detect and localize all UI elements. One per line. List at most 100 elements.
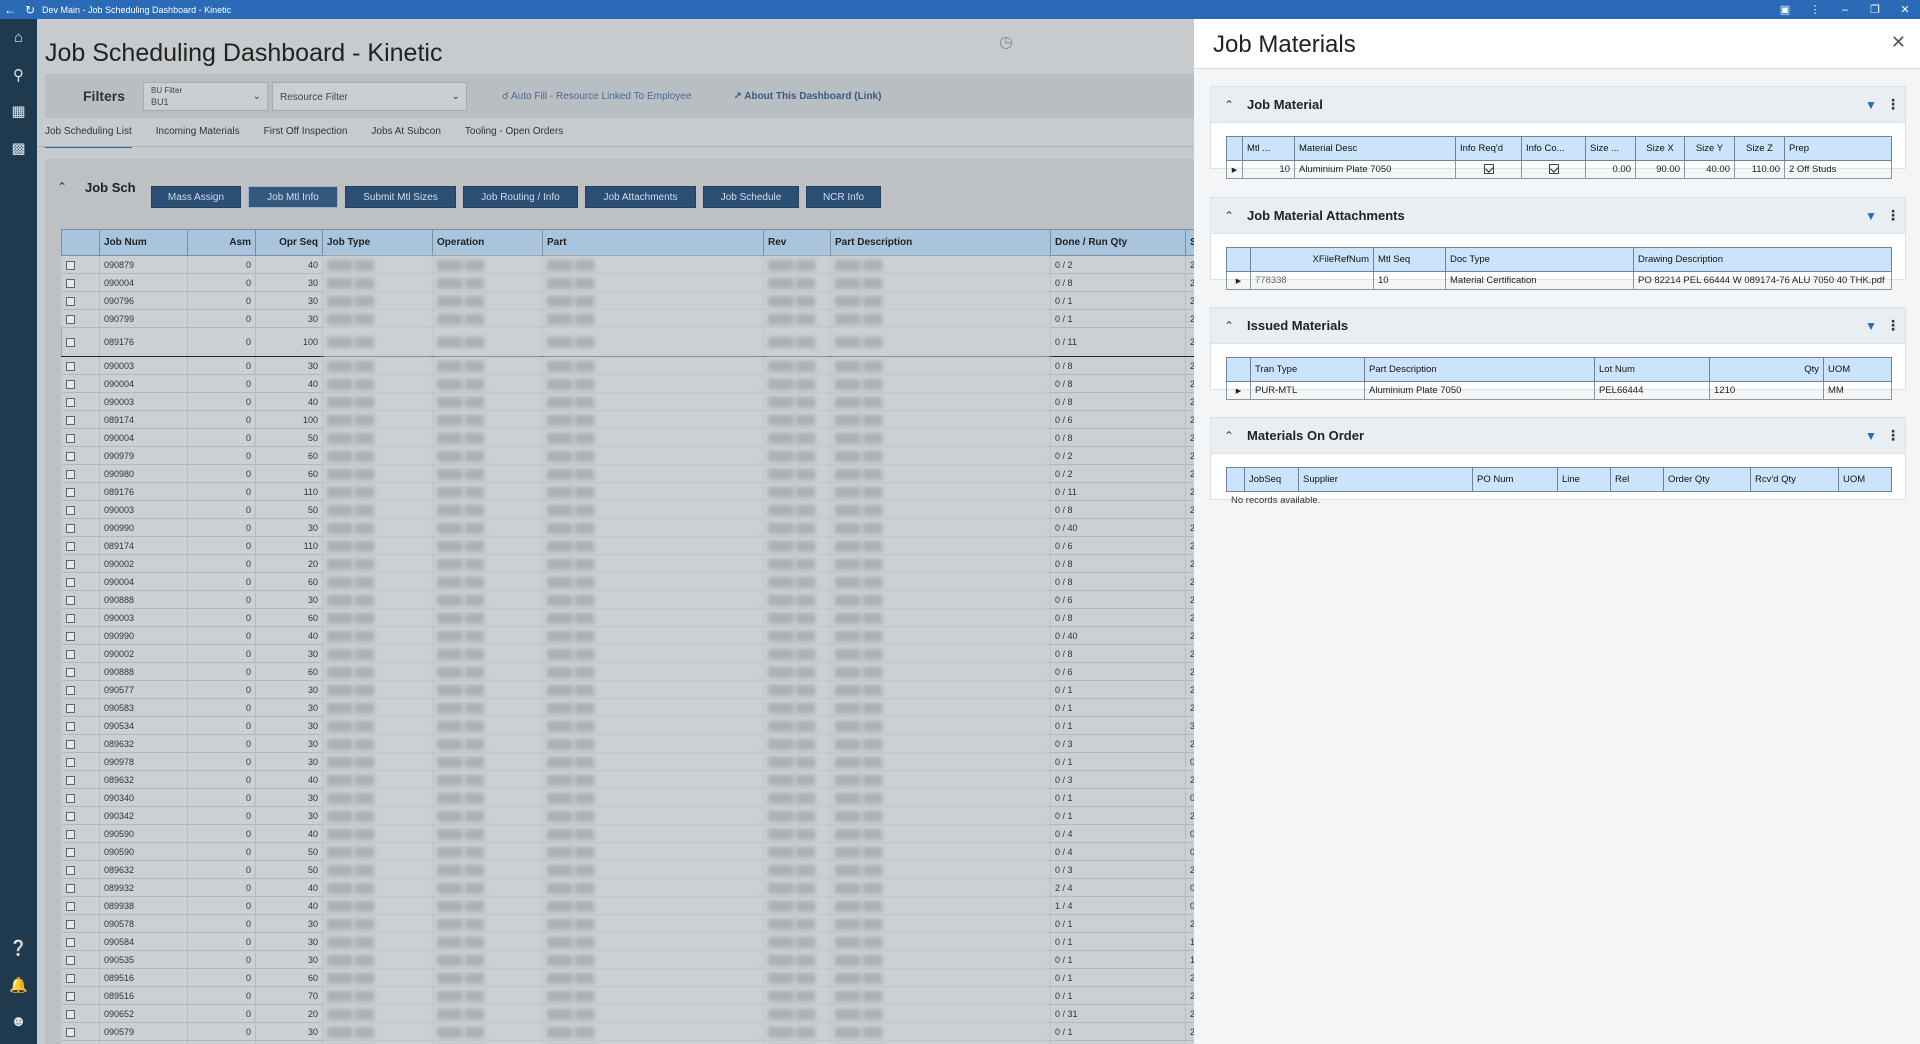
bu-filter-select[interactable]: BU Filter BU1 ⌄ [143,81,269,111]
column-header[interactable]: UOM [1823,357,1892,382]
tab-incoming-materials[interactable]: Incoming Materials [156,126,240,148]
select-checkbox-cell[interactable] [61,932,100,951]
table-row[interactable]: 090002 0 20 ████ ███ ████ ███ ████ ███ ████ ██… [61,554,1194,573]
column-header[interactable]: PO Num [1472,467,1558,492]
select-checkbox-cell[interactable] [61,608,100,627]
row-checkbox[interactable] [65,577,75,587]
row-checkbox[interactable] [65,260,75,270]
table-row[interactable]: 089174 0 100 ████ ███ ████ ███ ████ ███ ████ █… [61,410,1194,429]
table-row[interactable]: 090888 0 60 ████ ███ ████ ███ ████ ███ ████ ██… [61,662,1194,681]
table-row[interactable]: 090585030████ ███████ ███████ ███████ ██… [61,1040,1194,1044]
column-header[interactable]: Mtl ... [1242,136,1295,161]
table-row[interactable]: 090979 0 60 ████ ███ ████ ███ ████ ███ ████ ██… [61,446,1194,465]
column-header[interactable]: Size Y [1684,136,1735,161]
table-row[interactable]: 090590 0 50 ████ ███ ████ ███ ████ ███ ████ ██… [61,842,1194,861]
select-checkbox-cell[interactable] [61,590,100,609]
select-checkbox-cell[interactable] [61,536,100,555]
table-row[interactable]: 090980 0 60 ████ ███ ████ ███ ████ ███ ████ ██… [61,464,1194,483]
tab-first-off-inspection[interactable]: First Off Inspection [264,126,348,148]
select-checkbox-cell[interactable] [61,680,100,699]
row-checkbox[interactable] [65,397,75,407]
table-row[interactable]: 089632 0 40 ████ ███ ████ ███ ████ ███ ████ ██… [61,770,1194,789]
column-header[interactable]: Qty [1709,357,1824,382]
select-checkbox-cell[interactable] [61,428,100,447]
select-checkbox-cell[interactable] [61,914,100,933]
job-schedule-button[interactable]: Job Schedule [703,186,799,208]
job-routing-info-button[interactable]: Job Routing / Info [463,186,578,208]
row-checkbox[interactable] [65,296,75,306]
select-checkbox-cell[interactable] [61,446,100,465]
tab-tooling-open-orders[interactable]: Tooling - Open Orders [465,126,563,148]
chevron-up-icon[interactable]: ⌃ [57,180,67,194]
select-checkbox-cell[interactable] [61,878,100,897]
column-header[interactable]: Doc Type [1445,247,1634,272]
back-arrow-icon[interactable]: ← [0,3,20,17]
select-checkbox-cell[interactable] [61,327,100,357]
row-checkbox[interactable] [65,973,75,983]
table-row[interactable]: 090342 0 30 ████ ███ ████ ███ ████ ███ ████ ██… [61,806,1194,825]
select-checkbox-cell[interactable] [61,788,100,807]
table-row[interactable]: 090003 0 30 ████ ███ ████ ███ ████ ███ ████ ██… [61,356,1194,375]
select-checkbox-cell[interactable] [61,500,100,519]
table-row[interactable]: 090003 0 60 ████ ███ ████ ███ ████ ███ ████ ██… [61,608,1194,627]
select-checkbox-cell[interactable] [61,1004,100,1023]
row-checkbox[interactable] [65,829,75,839]
search-icon[interactable]: ⚲ [0,66,37,84]
select-checkbox-cell[interactable] [61,374,100,393]
table-row[interactable]: 090002 0 30 ████ ███ ████ ███ ████ ███ ████ ██… [61,644,1194,663]
table-row[interactable]: 090879 0 40 ████ ███ ████ ███ ████ ███ ████ ██… [61,255,1194,274]
table-row[interactable]: 090534 0 30 ████ ███ ████ ███ ████ ███ ████ ██… [61,716,1194,735]
table-row[interactable]: 089176 0 110 ████ ███ ████ ███ ████ ███ ████ █… [61,482,1194,501]
table-row[interactable]: 090004 0 60 ████ ███ ████ ███ ████ ███ ████ ██… [61,572,1194,591]
table-row[interactable]: 089174 0 110 ████ ███ ████ ███ ████ ███ ████ █… [61,536,1194,555]
column-header[interactable]: Operation [432,229,543,256]
select-checkbox-cell[interactable] [61,255,100,274]
filter-icon[interactable]: ▼ [1861,209,1881,223]
restore-icon[interactable]: ❐ [1860,3,1890,16]
column-header[interactable]: Part Description [1364,357,1595,382]
row-checkbox[interactable] [65,487,75,497]
row-checkbox[interactable] [66,338,75,348]
row-checkbox[interactable] [65,595,75,605]
column-header[interactable]: Info Co... [1521,136,1586,161]
row-checkbox[interactable] [65,451,75,461]
select-checkbox-cell[interactable] [61,572,100,591]
row-checkbox[interactable] [65,919,75,929]
minimize-icon[interactable]: – [1830,4,1860,16]
select-checkbox-cell[interactable] [61,770,100,789]
row-checkbox[interactable] [65,847,75,857]
column-header[interactable]: Part Description [830,229,1051,256]
filter-icon[interactable]: ▼ [1861,98,1881,112]
resource-filter-select[interactable]: Resource Filter ⌄ [272,81,468,111]
chevron-up-icon[interactable]: ⌃ [1211,429,1247,443]
user-icon[interactable]: ☻ [0,1013,37,1030]
select-checkbox-cell[interactable] [61,291,100,310]
column-header[interactable]: Opr Seq [255,229,323,256]
table-row[interactable]: 090799 0 30 ████ ███ ████ ███ ████ ███ ████ ██… [61,309,1194,328]
tab-job-scheduling-list[interactable]: Job Scheduling List [45,126,132,148]
ncr-info-button[interactable]: NCR Info [806,186,881,208]
select-checkbox-cell[interactable] [61,842,100,861]
table-row[interactable]: 090796 0 30 ████ ███ ████ ███ ████ ███ ████ ██… [61,291,1194,310]
kebab-menu-icon[interactable]: ⋮ [1881,96,1905,113]
chevron-up-icon[interactable]: ⌃ [1211,319,1247,333]
column-header[interactable]: Asm [187,229,256,256]
select-checkbox-cell[interactable] [61,410,100,429]
column-header[interactable]: Rev [763,229,831,256]
row-checkbox[interactable] [65,901,75,911]
table-row[interactable]: 090978 0 30 ████ ███ ████ ███ ████ ███ ████ ██… [61,752,1194,771]
row-checkbox[interactable] [65,379,75,389]
table-row[interactable]: 090584 0 30 ████ ███ ████ ███ ████ ███ ████ ██… [61,932,1194,951]
select-checkbox-cell[interactable] [61,968,100,987]
table-row[interactable]: 090535 0 30 ████ ███ ████ ███ ████ ███ ████ ██… [61,950,1194,969]
column-header[interactable]: Rel [1610,467,1664,492]
autofill-link[interactable]: ☌ Auto Fill - Resource Linked To Employe… [502,91,691,102]
table-row[interactable]: 090590 0 40 ████ ███ ████ ███ ████ ███ ████ ██… [61,824,1194,843]
job-attachments-button[interactable]: Job Attachments [585,186,696,208]
column-header[interactable]: Lot Num [1594,357,1710,382]
drawing-description-cell[interactable]: PO 82214 PEL 66444 W 089174-76 ALU 7050 … [1633,271,1892,290]
table-row[interactable]: 089932 0 40 ████ ███ ████ ███ ████ ███ ████ ██… [61,878,1194,897]
table-row[interactable]: 090340 0 30 ████ ███ ████ ███ ████ ███ ████ ██… [61,788,1194,807]
select-checkbox-cell[interactable] [61,518,100,537]
kebab-menu-icon[interactable]: ⋮ [1800,3,1830,16]
